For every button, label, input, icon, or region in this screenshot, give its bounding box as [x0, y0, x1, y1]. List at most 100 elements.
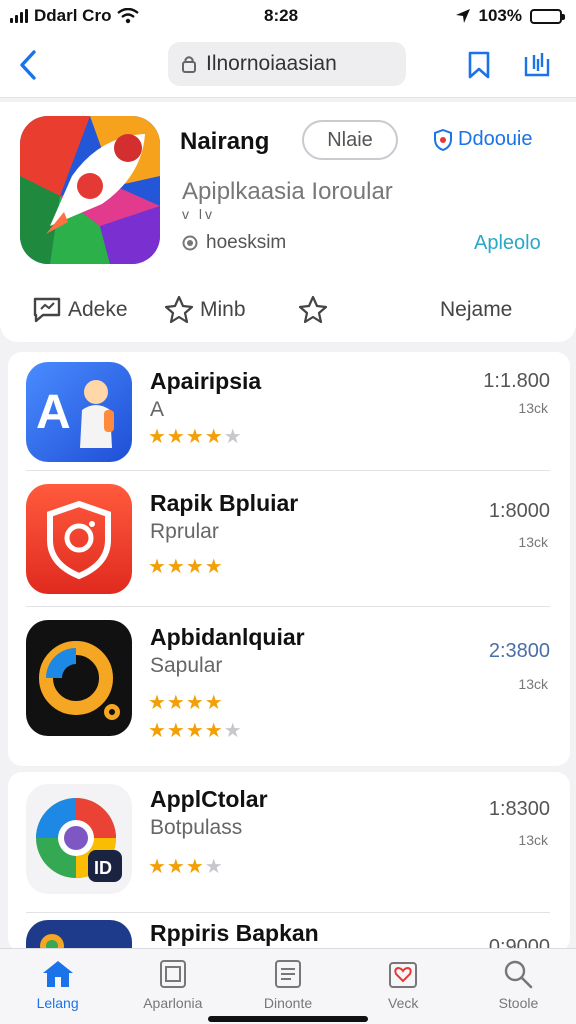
browser-icon: ID — [26, 784, 132, 894]
list-item[interactable]: ID ApplCtolar Botpulass ★★★★ 1:8300 13ck — [8, 772, 570, 912]
back-button[interactable] — [10, 45, 46, 85]
app-count-sub: 13ck — [518, 832, 548, 848]
radio-dot-icon — [182, 235, 198, 251]
rating-stars: ★★★★ — [148, 556, 224, 578]
developer-row[interactable]: hoesksim — [182, 232, 286, 254]
app-icon: A — [26, 362, 132, 462]
app-subtitle: Sapular — [150, 654, 223, 677]
tab-apps-label: Aparlonia — [143, 995, 203, 1011]
developer-name: hoesksim — [206, 232, 287, 253]
chevron-left-icon — [20, 49, 36, 80]
action-comments[interactable]: Adeke — [32, 292, 128, 328]
a-letter-icon: A — [26, 362, 132, 462]
bookmark-button[interactable] — [462, 48, 496, 82]
app-title: Rapik Bpluiar — [150, 490, 299, 516]
search-field[interactable]: Ilnornoiaasian — [168, 42, 406, 86]
rating-stars: ★★★★ — [148, 856, 224, 878]
action-row: Adeke Minb Nejame — [0, 292, 576, 328]
share-button[interactable] — [520, 48, 554, 82]
action-favorite[interactable] — [298, 292, 328, 328]
list-item[interactable]: Rapik Bpluiar Rprular ★★★★ 1:8000 13ck — [8, 472, 570, 608]
divider — [26, 912, 550, 913]
heart-icon — [389, 962, 418, 988]
action-more-label: Nejame — [440, 298, 513, 321]
list-item[interactable]: Rppiris Bapkan 0:9000 — [8, 914, 570, 952]
divider — [26, 470, 550, 471]
app-title: Apbidanlquiar — [150, 624, 305, 650]
open-button[interactable]: Apleolo — [474, 232, 541, 255]
tab-search[interactable]: Stoole — [461, 949, 576, 1024]
status-left: Ddarl Cro — [10, 6, 140, 26]
share-icon — [524, 53, 550, 77]
carrier-label: Ddarl Cro — [34, 6, 112, 25]
tab-bar: Lelang Aparlonia Dinonte Veck Stoole — [0, 948, 576, 1024]
app-count: 1:8000 — [488, 500, 550, 522]
action-rate[interactable]: Minb — [164, 292, 246, 328]
lock-icon — [182, 56, 196, 73]
location-arrow-icon — [455, 9, 470, 23]
mode-toggle-button[interactable]: Nlaie — [302, 120, 398, 160]
tab-apps[interactable]: Aparlonia — [115, 949, 230, 1024]
tab-favorites[interactable]: Veck — [346, 949, 461, 1024]
app-subtitle: Rprular — [150, 520, 219, 543]
app-title: Apairipsia — [150, 368, 262, 394]
app-list-card: A Apairipsia A ★★★★★ 1:1.800 13ck Rapik … — [8, 352, 570, 766]
search-icon — [505, 960, 533, 989]
app-title: ApplCtolar — [150, 786, 268, 812]
wifi-icon — [117, 8, 140, 24]
search-text: Ilnornoiaasian — [206, 52, 337, 75]
tab-home[interactable]: Lelang — [0, 949, 115, 1024]
nav-bar: Ilnornoiaasian — [0, 32, 576, 98]
svg-text:A: A — [36, 386, 71, 439]
divider — [26, 606, 550, 607]
mode-label: Nlaie — [327, 128, 373, 151]
app-icon: ID — [26, 784, 132, 894]
rating-stars-secondary: ★★★★★ — [148, 720, 243, 742]
rating-stars: ★★★★ — [148, 692, 224, 714]
rocket-icon — [20, 116, 160, 264]
app-title: Rppiris Bapkan — [150, 920, 319, 946]
status-right: 103% — [455, 6, 565, 26]
rating-stars: ★★★★★ — [148, 426, 243, 448]
action-more[interactable]: Nejame — [440, 292, 512, 328]
tab-home-label: Lelang — [36, 995, 79, 1011]
battery-icon — [530, 8, 565, 24]
shield-camera-icon — [26, 484, 132, 594]
download-button[interactable]: Ddoouie — [434, 128, 533, 151]
bookmark-icon — [468, 51, 490, 79]
list-item[interactable]: A Apairipsia A ★★★★★ 1:1.800 13ck — [8, 352, 570, 470]
battery-percent: 103% — [478, 6, 522, 25]
status-time: 8:28 — [264, 6, 299, 25]
action-comments-label: Adeke — [68, 298, 128, 321]
download-label: Ddoouie — [458, 128, 533, 150]
signal-icon — [10, 9, 28, 23]
tab-documents[interactable]: Dinonte — [230, 949, 345, 1024]
list-item[interactable]: Apbidanlquiar Sapular ★★★★ ★★★★★ 2:3800 … — [8, 608, 570, 766]
app-list-card: ID ApplCtolar Botpulass ★★★★ 1:8300 13ck… — [8, 772, 570, 952]
home-icon — [42, 961, 73, 987]
featured-app-icon[interactable] — [20, 116, 160, 264]
apps-icon — [159, 960, 186, 988]
action-rate-label: Minb — [200, 298, 246, 321]
app-detail-card: Nairang Nlaie Ddoouie Apiplkaasia Ioroul… — [0, 102, 576, 342]
chat-icon — [33, 297, 61, 323]
status-bar: Ddarl Cro 8:28 103% — [0, 0, 576, 32]
app-count-sub: 13ck — [518, 400, 548, 416]
tab-search-label: Stoole — [498, 995, 539, 1011]
app-count: 1:8300 — [488, 798, 550, 820]
tab-favorites-label: Veck — [388, 995, 419, 1011]
app-subtitle: Apiplkaasia Ioroular — [182, 178, 393, 205]
tab-documents-label: Dinonte — [263, 995, 313, 1011]
app-tagline: v lv — [182, 206, 215, 222]
app-count-sub: 13ck — [518, 676, 548, 692]
app-icon — [26, 620, 132, 736]
star-badge-icon — [164, 295, 194, 324]
app-icon — [26, 484, 132, 594]
app-count: 1:1.800 — [483, 370, 550, 392]
star-outline-icon — [298, 295, 328, 324]
app-count: 2:3800 — [488, 640, 550, 662]
donut-icon — [26, 620, 132, 736]
document-icon — [275, 960, 301, 988]
app-name: Nairang — [180, 128, 270, 155]
svg-text:ID: ID — [94, 858, 112, 878]
